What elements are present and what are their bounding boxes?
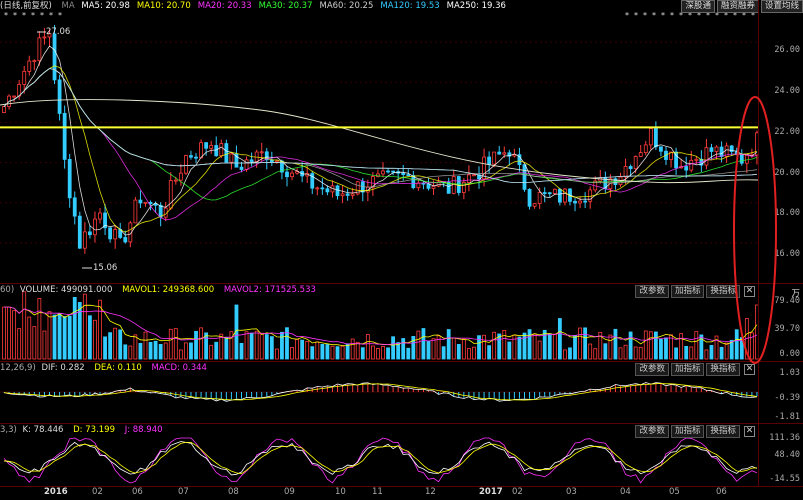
volume-tick: 0.00 bbox=[779, 349, 800, 359]
volume-y-axis: 万 79.40 39.70 0.00 bbox=[758, 284, 803, 361]
x-axis-label: 07 bbox=[178, 487, 189, 497]
macd-tick: -0.39 bbox=[774, 393, 800, 403]
k-value: K: 78.446 bbox=[22, 425, 64, 435]
price-tick: 18.00 bbox=[774, 208, 800, 218]
kdj-params: 3,3) bbox=[0, 425, 17, 435]
price-tick: 26.00 bbox=[774, 45, 800, 55]
x-axis-label: 04 bbox=[620, 487, 631, 497]
kdj-tick: 48.40 bbox=[774, 450, 800, 460]
switch-indicator-button[interactable]: 换指标 bbox=[706, 363, 740, 376]
ma-value: MA60: 20.25 bbox=[319, 1, 374, 11]
x-axis-label: 11 bbox=[372, 487, 383, 497]
volume-tick: 79.40 bbox=[774, 296, 800, 306]
high-price-label: 27.06 bbox=[46, 27, 71, 37]
close-icon[interactable]: ✕ bbox=[744, 286, 755, 297]
x-axis-label: 09 bbox=[284, 487, 295, 497]
macd-y-axis: 1.03 -0.39 -1.81 bbox=[758, 362, 803, 423]
kdj-tick: -14.55 bbox=[769, 474, 800, 484]
add-indicator-button[interactable]: 加指标 bbox=[670, 363, 705, 376]
ma-value: MA30: 20.37 bbox=[258, 1, 313, 11]
price-tick: 20.00 bbox=[774, 168, 800, 178]
add-indicator-button[interactable]: 加指标 bbox=[670, 425, 705, 438]
close-icon[interactable]: ✕ bbox=[744, 364, 755, 375]
macd-tick: 1.03 bbox=[779, 368, 800, 378]
x-axis-label: 08 bbox=[228, 487, 239, 497]
j-value: J: 88.940 bbox=[124, 425, 163, 435]
x-axis-label: 2016 bbox=[44, 487, 68, 497]
x-axis-label: 02 bbox=[512, 487, 523, 497]
price-chart[interactable]: * * * * * * * * * * * * * * * * * * * * * * bbox=[0, 0, 803, 283]
close-icon[interactable]: ✕ bbox=[744, 426, 755, 437]
volume-tick: 39.70 bbox=[774, 324, 800, 334]
x-axis-label: 03 bbox=[566, 487, 577, 497]
ma-value: MA10: 20.70 bbox=[136, 1, 191, 11]
x-axis-label: 06 bbox=[132, 487, 143, 497]
switch-indicator-button[interactable]: 换指标 bbox=[706, 425, 740, 438]
kdj-y-axis: 111.36 48.40 -14.55 bbox=[758, 424, 803, 486]
volume-panel[interactable]: 60) VOLUME: 499091.000 MAVOL1: 249368.60… bbox=[0, 284, 803, 361]
ma-label: MA bbox=[61, 1, 75, 11]
ma-value: MA5: 20.98 bbox=[81, 1, 130, 11]
mavol2-value: MAVOL2: 171525.533 bbox=[223, 285, 316, 295]
d-value: D: 73.199 bbox=[73, 425, 115, 435]
add-indicator-button[interactable]: 加指标 bbox=[670, 285, 705, 298]
macd-tick: -1.81 bbox=[774, 412, 800, 422]
ma-value: MA250: 19.36 bbox=[446, 1, 506, 11]
price-y-axis: 26.00 24.00 22.00 20.00 18.00 16.00 bbox=[758, 0, 803, 283]
x-axis-label: 10 bbox=[335, 487, 346, 497]
price-tick: 24.00 bbox=[774, 86, 800, 96]
dea-value: DEA: 0.110 bbox=[94, 363, 142, 373]
edit-params-button[interactable]: 改参数 bbox=[635, 425, 669, 438]
kdj-panel[interactable]: 3,3) K: 78.446 D: 73.199 J: 88.940 改参数 加… bbox=[0, 424, 803, 486]
margin-trading-button[interactable]: 融资融券 bbox=[716, 0, 759, 13]
x-axis: 2016 02 06 07 08 09 10 11 12 2017 02 03 04 05 06 bbox=[0, 486, 803, 500]
ma-value: MA20: 20.33 bbox=[197, 1, 252, 11]
macd-panel[interactable]: 12,26,9) DIF: 0.282 DEA: 0.110 MACD: 0.3… bbox=[0, 362, 803, 423]
low-price-label: 15.06 bbox=[93, 263, 118, 273]
macd-toolbar: 改参数 加指标 换指标 ✕ bbox=[635, 363, 755, 376]
price-header: (日线,前复权) MA MA5: 20.98 MA10: 20.70 MA20: 2… bbox=[0, 0, 760, 13]
x-axis-label: 2017 bbox=[479, 487, 503, 497]
price-tick: 22.00 bbox=[774, 127, 800, 137]
volume-value: VOLUME: 499091.000 bbox=[19, 285, 113, 295]
x-axis-label: 05 bbox=[669, 487, 680, 497]
mavol1-value: MAVOL1: 249368.600 bbox=[122, 285, 215, 295]
volume-toolbar: 改参数 加指标 换指标 ✕ bbox=[635, 285, 755, 298]
edit-params-button[interactable]: 改参数 bbox=[635, 363, 669, 376]
price-panel[interactable]: * * * * * * * * * * * * * * * * * * * * * * (日线,前复权) MA MA5: … bbox=[0, 0, 803, 283]
x-axis-label: 06 bbox=[716, 487, 727, 497]
macd-params: 12,26,9) bbox=[0, 363, 36, 373]
price-tick: 16.00 bbox=[774, 249, 800, 259]
x-axis-label: 12 bbox=[425, 487, 436, 497]
ma-value: MA120: 19.53 bbox=[380, 1, 440, 11]
kdj-toolbar: 改参数 加指标 换指标 ✕ bbox=[635, 425, 755, 438]
volume-params: 60) bbox=[0, 285, 15, 295]
edit-params-button[interactable]: 改参数 bbox=[635, 285, 669, 298]
chart-title: (日线,前复权) bbox=[0, 1, 52, 11]
shenzhen-connect-button[interactable]: 深股通 bbox=[681, 0, 715, 13]
switch-indicator-button[interactable]: 换指标 bbox=[706, 285, 740, 298]
kdj-tick: 111.36 bbox=[769, 433, 800, 443]
dif-value: DIF: 0.282 bbox=[41, 363, 85, 373]
macd-value: MACD: 0.344 bbox=[151, 363, 207, 373]
x-axis-label: 02 bbox=[92, 487, 103, 497]
